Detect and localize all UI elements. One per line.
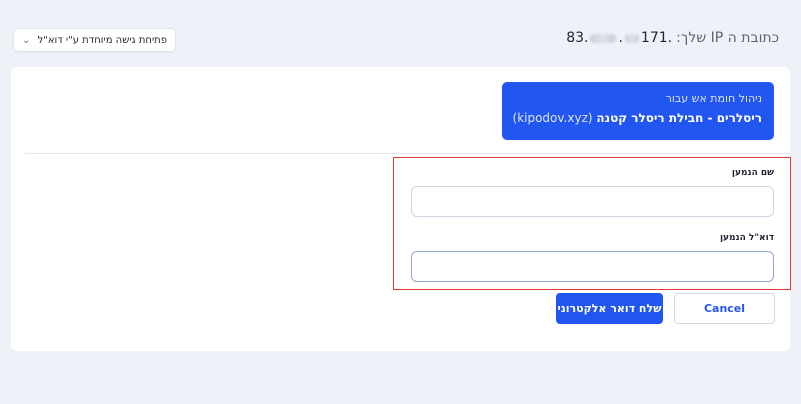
redacted-octet (624, 33, 639, 43)
cancel-button[interactable]: Cancel (674, 293, 775, 324)
banner-subtitle: ריסלרים - חבילת ריסלר קטנה (kipodov.xyz) (512, 111, 763, 125)
ip-suffix: 83. (566, 30, 589, 46)
recipient-email-input[interactable] (411, 251, 774, 282)
special-access-select[interactable]: פתיחת גישה מיוחדת ע"י דוא"ל ⌄ (13, 28, 176, 52)
top-bar: כתובת ה IP שלך: 83. . 171. פתיחת גישה מי… (0, 0, 801, 66)
send-email-button[interactable]: שלח דואר אלקטרוני (556, 293, 663, 324)
recipient-name-label: שם הנמען (731, 168, 774, 178)
special-access-select-value: פתיחת גישה מיוחדת ע"י דוא"ל (37, 34, 167, 46)
firewall-card: ניהול חומת אש עבור ריסלרים - חבילת ריסלר… (11, 67, 791, 351)
recipient-email-label: דוא"ל הנמען (719, 233, 774, 243)
ip-value: 83. . 171. (566, 30, 673, 46)
redacted-octet (590, 33, 617, 43)
banner-product: ריסלרים - חבילת ריסלר קטנה (596, 111, 762, 125)
divider (25, 153, 790, 154)
ip-prefix: 171. (640, 30, 673, 46)
banner-domain: (kipodov.xyz) (512, 111, 593, 125)
banner-title: ניהול חומת אש עבור (665, 92, 762, 105)
ip-address-line: כתובת ה IP שלך: 83. . 171. (566, 30, 779, 46)
recipient-name-input[interactable] (411, 186, 774, 217)
ip-label: כתובת ה IP שלך: (676, 30, 779, 46)
chevron-down-icon: ⌄ (22, 34, 31, 46)
firewall-banner: ניהול חומת אש עבור ריסלרים - חבילת ריסלר… (502, 82, 774, 140)
